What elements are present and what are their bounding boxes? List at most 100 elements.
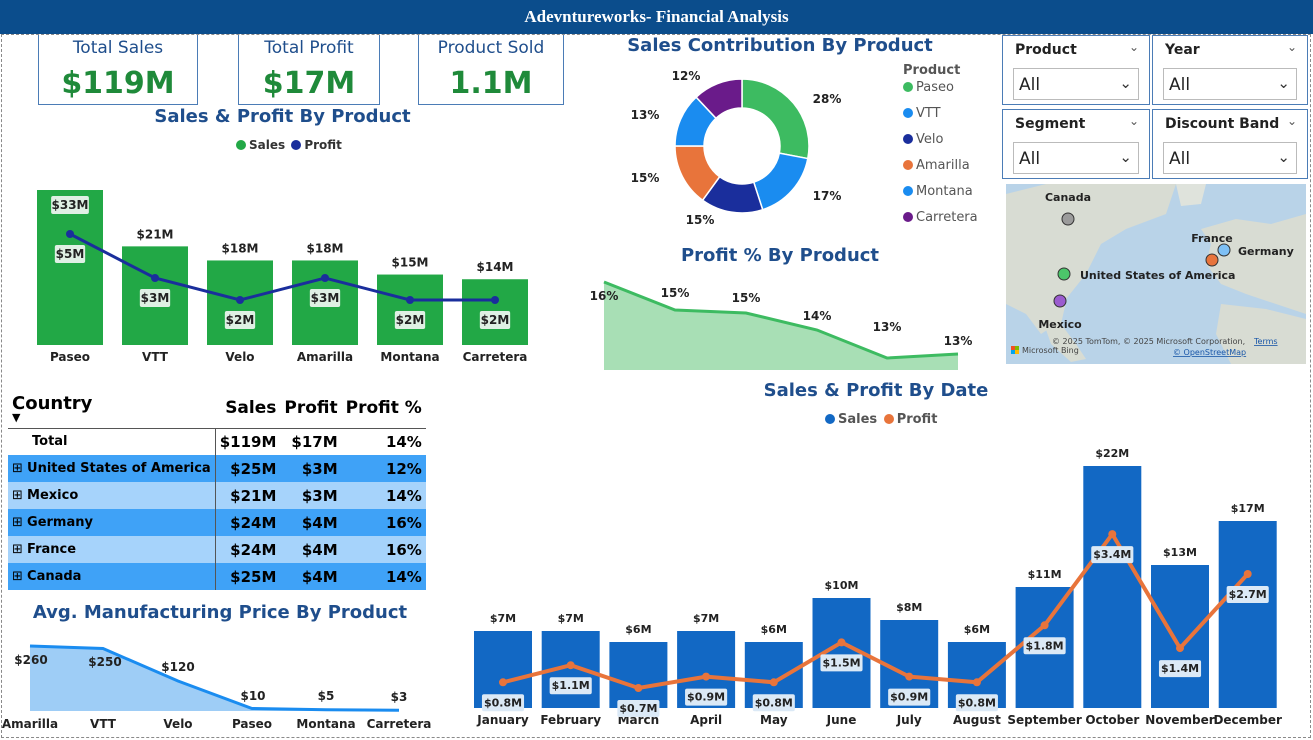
table-row[interactable]: ⊞ United States of America $25M $3M 12% xyxy=(8,455,426,482)
sales-profit-date-chart[interactable]: $7MJanuary$7MFebruary$6MMarch$7MApril$6M… xyxy=(465,430,1290,735)
data-label-sales: $17M xyxy=(1231,502,1265,515)
profit-point xyxy=(236,296,244,304)
x-tick-label: May xyxy=(760,713,788,727)
slicer-dropdown[interactable]: All ⌄ xyxy=(1013,142,1139,174)
x-tick-label: November xyxy=(1145,713,1214,727)
chevron-down-icon[interactable]: ⌄ xyxy=(1129,40,1139,54)
expand-icon[interactable]: ⊞ xyxy=(12,461,27,476)
x-tick-label: Amarilla xyxy=(2,717,58,731)
cell-value: 16% xyxy=(385,513,422,532)
data-label-profit: $1.4M xyxy=(1161,662,1199,675)
x-tick-label: Carretera xyxy=(367,717,432,731)
profit-point xyxy=(905,672,914,681)
cell-value: 14% xyxy=(385,432,422,451)
profit-point xyxy=(566,661,575,670)
country-map[interactable]: Canada France GermanyUnited States of Amer… xyxy=(1006,184,1306,364)
sales-profit-product-chart[interactable]: $33M Paseo $21M VTT $18M Velo $18M Amarilla $15M… xyxy=(20,150,565,370)
kpi-product-sold[interactable]: Product Sold 1.1M xyxy=(418,35,564,105)
slicer-discount-band[interactable]: Discount Band ⌄ All ⌄ xyxy=(1152,109,1308,179)
slicer-dropdown[interactable]: All ⌄ xyxy=(1013,68,1139,100)
map-terms-link[interactable]: Terms xyxy=(1253,337,1278,346)
kpi-label: Total Sales xyxy=(72,38,164,58)
avg-price-chart[interactable]: $260 $250 $120 $10 $5 $3 Amarilla VTT Velo Paseo M… xyxy=(0,626,435,736)
slicer-year[interactable]: Year ⌄ All ⌄ xyxy=(1152,35,1308,105)
data-label-profit: $1.8M xyxy=(1026,639,1064,652)
table-row[interactable]: ⊞ Germany $24M $4M 16% xyxy=(8,509,426,536)
expand-icon[interactable]: ⊞ xyxy=(12,488,27,503)
data-label-profit: $0.9M xyxy=(890,691,928,704)
legend-dot xyxy=(903,212,913,222)
cell-text: France xyxy=(27,542,77,557)
map-marker-france xyxy=(1205,253,1219,267)
data-label-profit: $3M xyxy=(141,291,170,305)
kpi-label: Total Profit xyxy=(264,38,354,58)
sales-contribution-chart[interactable]: 28% 17% 15% 15% 13% 12% Product Paseo VTT Velo Ama… xyxy=(580,60,985,235)
expand-icon[interactable]: ⊞ xyxy=(12,515,27,530)
slicer-dropdown[interactable]: All ⌄ xyxy=(1163,142,1297,174)
cell-value: $17M xyxy=(291,432,338,451)
kpi-total-profit[interactable]: Total Profit $17M xyxy=(238,35,380,105)
data-label-avg-price: $5 xyxy=(318,689,335,703)
data-label-slice: 28% xyxy=(813,92,842,106)
cell-value: $24M xyxy=(230,513,277,532)
profit-point xyxy=(499,678,507,687)
data-label-slice: 15% xyxy=(631,171,660,185)
data-label-profit: $0.8M xyxy=(958,696,996,709)
data-label-sales: $10M xyxy=(825,579,859,592)
cell-text: Germany xyxy=(27,515,93,530)
chevron-down-icon[interactable]: ⌄ xyxy=(1277,148,1290,166)
cell-text: Canada xyxy=(27,569,82,584)
slicer-value: All xyxy=(1019,75,1041,95)
chevron-down-icon[interactable]: ⌄ xyxy=(1277,74,1290,92)
data-label-sales: $6M xyxy=(761,623,787,636)
table-row[interactable]: ⊞ France $24M $4M 16% xyxy=(8,536,426,563)
data-label-profit-pct: 13% xyxy=(944,334,973,348)
header-profit[interactable]: Profit xyxy=(280,388,341,428)
country-table[interactable]: Country ▼ Sales Profit Profit % Total $11… xyxy=(8,388,426,590)
cell-value: $21M xyxy=(230,486,277,505)
map-label: Canada xyxy=(1045,191,1091,204)
expand-icon[interactable]: ⊞ xyxy=(12,569,27,584)
chevron-down-icon[interactable]: ⌄ xyxy=(1129,114,1139,128)
slicer-product[interactable]: Product ⌄ All ⌄ xyxy=(1002,35,1150,105)
table-row[interactable]: ⊞ Mexico $21M $3M 14% xyxy=(8,482,426,509)
profit-pct-chart[interactable]: 16% 15% 15% 14% 13% 13% xyxy=(580,270,985,370)
profit-point xyxy=(1040,621,1049,630)
cell-value: $4M xyxy=(301,540,338,559)
x-tick-label: June xyxy=(826,713,857,727)
bing-logo-part xyxy=(1011,350,1015,354)
map-osm-link[interactable]: © OpenStreetMap xyxy=(1173,348,1246,357)
data-label-profit-pct: 14% xyxy=(803,309,832,323)
kpi-total-sales[interactable]: Total Sales $119M xyxy=(38,35,198,105)
data-label-sales: $7M xyxy=(558,612,584,625)
expand-icon[interactable]: ⊞ xyxy=(12,542,27,557)
header-label: Country xyxy=(12,393,93,415)
slicer-label: Product xyxy=(1015,42,1077,58)
profit-point xyxy=(769,678,778,687)
data-label-avg-price: $10 xyxy=(240,689,265,703)
slicer-segment[interactable]: Segment ⌄ All ⌄ xyxy=(1002,109,1150,179)
data-label-profit: $3.4M xyxy=(1093,548,1131,561)
sales-profit-date-title: Sales & Profit By Date xyxy=(763,380,989,401)
bar-sales-november xyxy=(1151,565,1209,708)
slicer-dropdown[interactable]: All ⌄ xyxy=(1163,68,1297,100)
x-tick-label: VTT xyxy=(142,350,169,364)
legend-dot xyxy=(903,186,913,196)
legend-dot-sales xyxy=(825,414,835,424)
cell-value: $3M xyxy=(301,486,338,505)
map-marker-germany xyxy=(1217,243,1231,257)
profit-point xyxy=(702,672,711,681)
cell-value: 14% xyxy=(385,486,422,505)
chevron-down-icon[interactable]: ⌄ xyxy=(1119,148,1132,166)
sort-desc-icon[interactable]: ▼ xyxy=(12,412,211,423)
table-row[interactable]: ⊞ Canada $25M $4M 14% xyxy=(8,563,426,590)
cell-country: ⊞ United States of America xyxy=(8,455,216,482)
chevron-down-icon[interactable]: ⌄ xyxy=(1287,40,1297,54)
table-total-row[interactable]: Total $119M $17M 14% xyxy=(8,428,426,455)
chevron-down-icon[interactable]: ⌄ xyxy=(1287,114,1297,128)
chevron-down-icon[interactable]: ⌄ xyxy=(1119,74,1132,92)
header-profit-pct[interactable]: Profit % xyxy=(342,388,426,428)
header-sales[interactable]: Sales xyxy=(215,388,280,428)
bar-sales-montana xyxy=(377,274,443,345)
header-country[interactable]: Country ▼ xyxy=(8,388,215,428)
